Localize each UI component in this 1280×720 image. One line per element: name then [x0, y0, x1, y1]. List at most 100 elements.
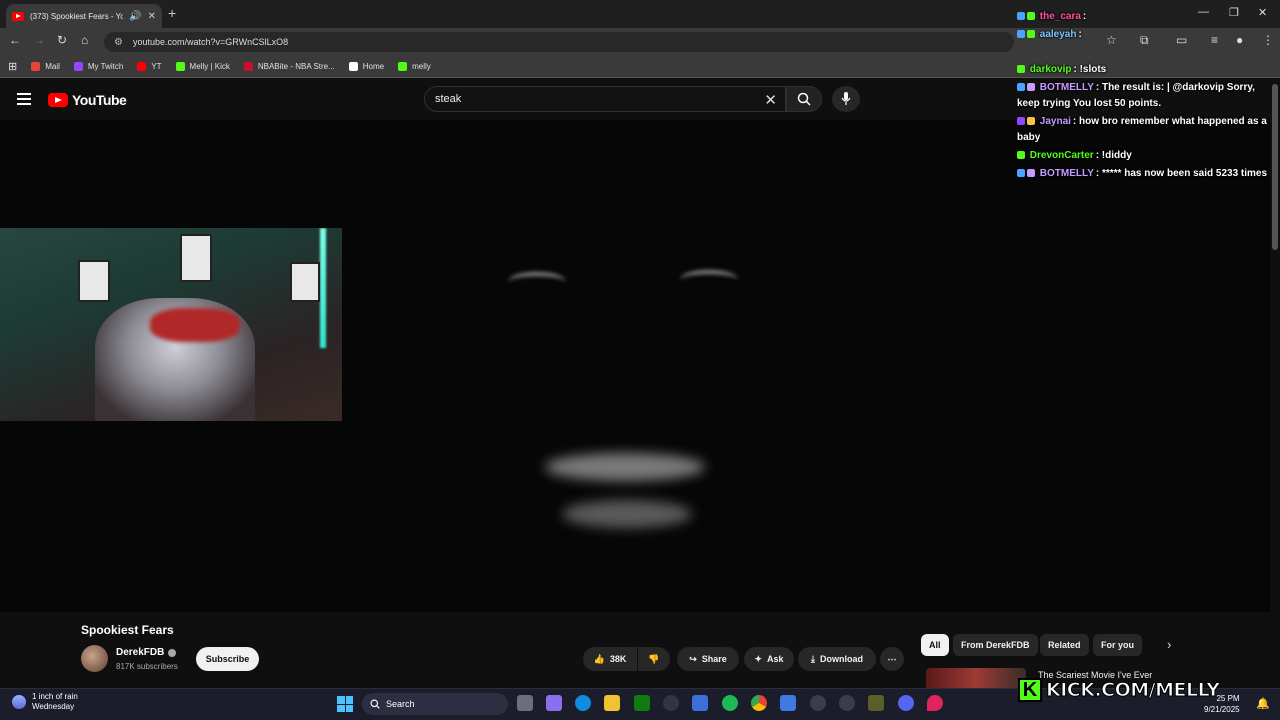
- rain-icon: [12, 695, 26, 709]
- chat-username: DrevonCarter: [1029, 150, 1094, 161]
- photos-icon[interactable]: [780, 695, 796, 711]
- youtube-logo-text: YouTube: [72, 92, 127, 108]
- bookmark-yt[interactable]: YT: [137, 62, 162, 71]
- kick-icon: [175, 62, 185, 71]
- bookmark-label: NBABite - NBA Stre...: [257, 62, 335, 71]
- channel-name[interactable]: DerekFDB: [116, 647, 177, 658]
- clear-search-icon[interactable]: ✕: [764, 91, 777, 109]
- bookmark-label: YT: [151, 62, 162, 71]
- home-icon[interactable]: ⌂: [81, 33, 88, 47]
- share-button[interactable]: ↪ Share: [677, 647, 739, 671]
- dislike-button[interactable]: 👎: [638, 647, 670, 671]
- badge-icon: [1017, 12, 1025, 21]
- bookmark-label: melly: [412, 62, 431, 71]
- system-clock[interactable]: 25 PM 9/21/2025: [1204, 693, 1240, 715]
- chip-for-you[interactable]: For you: [1093, 634, 1142, 656]
- xbox-icon[interactable]: [634, 695, 650, 711]
- search-input[interactable]: steak ✕: [424, 86, 786, 112]
- youtube-favicon-icon: [12, 11, 24, 21]
- windows-start-icon[interactable]: [337, 696, 353, 712]
- subscribe-button[interactable]: Subscribe: [196, 647, 259, 671]
- badge-icon: [1027, 169, 1035, 178]
- taskbar-search-label: Search: [386, 699, 415, 709]
- chat-text: : !slots: [1073, 64, 1107, 75]
- url-text: youtube.com/watch?v=GRWnCSlLxO8: [132, 37, 289, 47]
- apps-grid-icon[interactable]: ⊞: [8, 60, 17, 73]
- voice-search-button[interactable]: [832, 86, 860, 112]
- channel-avatar[interactable]: [81, 645, 108, 672]
- copilot-icon[interactable]: [546, 695, 562, 711]
- search-icon: [797, 92, 811, 106]
- badge-icon: [1017, 151, 1025, 160]
- app-icon[interactable]: [839, 695, 855, 711]
- search-button[interactable]: [786, 86, 822, 112]
- chip-from-channel[interactable]: From DerekFDB: [953, 634, 1038, 656]
- bookmark-kick[interactable]: Melly | Kick: [175, 62, 230, 71]
- discord-icon[interactable]: [898, 695, 914, 711]
- chat-username: Jaynai: [1039, 116, 1071, 127]
- edge-icon[interactable]: [575, 695, 591, 711]
- map-pin-icon[interactable]: [927, 695, 943, 711]
- chat-username: aaleyah: [1039, 29, 1077, 40]
- media-player-icon[interactable]: [810, 695, 826, 711]
- like-button[interactable]: 👍 38K: [583, 647, 637, 671]
- video-title: Spookiest Fears: [81, 623, 174, 637]
- wall-poster: [78, 260, 110, 302]
- bookmark-nbabite[interactable]: NBABite - NBA Stre...: [243, 62, 335, 71]
- bookmark-label: Melly | Kick: [189, 62, 230, 71]
- file-explorer-icon[interactable]: [604, 695, 620, 711]
- bookmark-melly[interactable]: melly: [398, 62, 431, 71]
- badge-icon: [1017, 65, 1025, 74]
- bookmark-home[interactable]: Home: [348, 62, 384, 71]
- webcam-overlay: [0, 228, 342, 421]
- more-actions-icon[interactable]: ⋯: [880, 647, 904, 671]
- chat-message: darkovip: !slots: [1017, 61, 1279, 78]
- search-value: steak: [435, 93, 462, 105]
- steam-icon[interactable]: [663, 695, 679, 711]
- taskbar-search[interactable]: Search: [362, 693, 508, 715]
- chip-related[interactable]: Related: [1040, 634, 1089, 656]
- hamburger-menu-icon[interactable]: [17, 93, 31, 108]
- task-view-icon[interactable]: [517, 695, 533, 711]
- speaker-icon[interactable]: 🔊: [129, 11, 141, 22]
- site-info-icon[interactable]: ⚙: [114, 37, 123, 48]
- tab-title: (373) Spookiest Fears - You: [30, 11, 124, 21]
- chevron-right-icon[interactable]: ›: [1167, 637, 1171, 652]
- forward-icon[interactable]: →: [33, 33, 45, 47]
- chip-all[interactable]: All: [921, 634, 949, 656]
- bookmark-mail[interactable]: Mail: [31, 62, 60, 71]
- new-tab-icon[interactable]: +: [168, 5, 176, 21]
- download-icon: ⤓: [811, 653, 815, 664]
- bookmark-twitch[interactable]: My Twitch: [73, 62, 123, 71]
- chat-message: Jaynai: how bro remember what happened a…: [1017, 114, 1279, 146]
- reload-icon[interactable]: ↻: [57, 33, 67, 47]
- microphone-icon: [841, 92, 851, 105]
- chat-message: BOTMELLY: ***** has now been said 5233 t…: [1017, 165, 1279, 182]
- kick-logo-icon: K: [1018, 678, 1042, 702]
- browser-tab[interactable]: (373) Spookiest Fears - You 🔊 ✕: [6, 4, 162, 28]
- badge-icon: [1027, 117, 1035, 126]
- back-icon[interactable]: ←: [9, 33, 21, 47]
- spotify-icon[interactable]: [722, 695, 738, 711]
- ask-button[interactable]: ✦ Ask: [744, 647, 794, 671]
- twitch-icon: [73, 62, 83, 71]
- notification-bell-icon[interactable]: 🔔: [1256, 697, 1270, 710]
- page-scrollbar[interactable]: [1272, 84, 1278, 250]
- recommended-thumbnail[interactable]: [926, 668, 1026, 690]
- video-face-eye-right: [680, 270, 738, 290]
- nbabite-icon: [243, 62, 253, 71]
- badge-icon: [1027, 83, 1035, 92]
- download-button[interactable]: ⤓ Download: [798, 647, 876, 671]
- ask-label: Ask: [767, 654, 784, 664]
- badge-icon: [1027, 12, 1035, 21]
- kick-watermark: K KICK.COM/MELLY: [1018, 676, 1232, 704]
- weather-widget[interactable]: 1 inch of rain Wednesday: [12, 692, 78, 712]
- stream-chat-overlay: the_cara: aaleyah: darkovip: !slots BOTM…: [1014, 0, 1280, 200]
- address-bar[interactable]: ⚙ youtube.com/watch?v=GRWnCSlLxO8: [104, 32, 1014, 52]
- app-icon[interactable]: [868, 695, 884, 711]
- youtube-logo[interactable]: YouTube: [48, 92, 127, 108]
- store-icon[interactable]: [692, 695, 708, 711]
- chrome-icon[interactable]: [751, 695, 767, 711]
- close-tab-icon[interactable]: ✕: [148, 11, 156, 22]
- wall-poster: [180, 234, 212, 282]
